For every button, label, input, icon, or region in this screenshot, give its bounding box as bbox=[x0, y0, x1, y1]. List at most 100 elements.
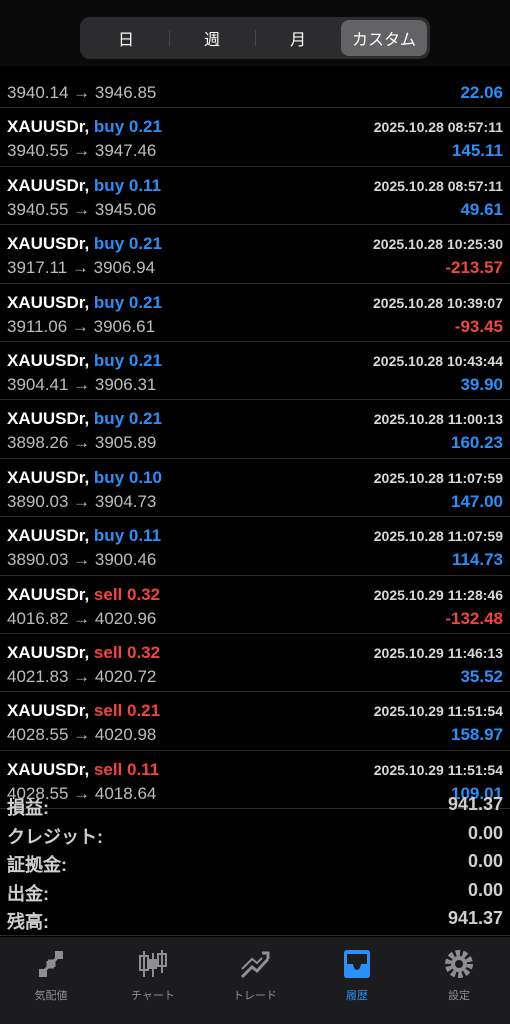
trade-side-volume: buy 0.21 bbox=[93, 234, 162, 254]
trade-prices: 3904.41 → 3906.31 bbox=[7, 374, 157, 394]
trade-profit: -132.48 bbox=[445, 608, 503, 628]
trade-row[interactable]: XAUUSDr, buy 0.10 2025.10.28 11:07:59 3890… bbox=[0, 459, 510, 518]
trade-time: 2025.10.29 11:28:46 bbox=[373, 586, 503, 603]
tab-label: 気配値 bbox=[34, 990, 68, 1002]
trade-profit: -213.57 bbox=[445, 258, 503, 278]
trade-history-list: XAUUSDr, buy 0.21 2025.10.28 08:57:11 3940… bbox=[0, 50, 510, 810]
period-tab[interactable]: 週 bbox=[169, 20, 255, 56]
trade-symbol: XAUUSDr, buy 0.21 bbox=[7, 351, 162, 371]
tab-quotes[interactable]: 気配値 bbox=[0, 937, 102, 1024]
tab-gear[interactable]: 設定 bbox=[408, 937, 510, 1024]
trade-side-volume: buy 0.21 bbox=[93, 292, 162, 312]
summary-label: 出金: bbox=[7, 883, 49, 904]
trade-row[interactable]: XAUUSDr, buy 0.21 2025.10.28 11:00:13 3898… bbox=[0, 400, 510, 459]
trade-time: 2025.10.29 11:46:13 bbox=[373, 644, 503, 661]
trade-profit: 114.73 bbox=[451, 550, 503, 570]
symbol-label: XAUUSDr, bbox=[7, 409, 90, 429]
trade-profit: 49.61 bbox=[460, 199, 503, 219]
trade-symbol: XAUUSDr, sell 0.21 bbox=[7, 701, 160, 721]
summary-row: 損益: 941.37 bbox=[0, 790, 510, 818]
trade-time: 2025.10.28 10:25:30 bbox=[373, 236, 503, 253]
symbol-label: XAUUSDr, bbox=[7, 759, 90, 779]
summary-label: 損益: bbox=[7, 798, 49, 818]
trade-prices: 3940.55 → 3947.46 bbox=[7, 141, 157, 161]
trade-prices: 3898.26 → 3905.89 bbox=[7, 433, 157, 453]
trade-side-volume: sell 0.32 bbox=[93, 584, 161, 604]
trade-time: 2025.10.29 11:51:54 bbox=[373, 761, 503, 778]
trade-row[interactable]: XAUUSDr, sell 0.32 2025.10.29 11:28:46 401… bbox=[0, 576, 510, 634]
trade-time: 2025.10.28 08:57:11 bbox=[373, 177, 503, 194]
symbol-label: XAUUSDr, bbox=[7, 701, 90, 721]
trade-side-volume: sell 0.32 bbox=[93, 642, 161, 662]
trade-prices: 3890.03 → 3900.46 bbox=[7, 550, 157, 570]
trade-row[interactable]: XAUUSDr, buy 0.21 2025.10.28 10:25:30 3917… bbox=[0, 225, 510, 284]
symbol-label: XAUUSDr, bbox=[7, 526, 90, 546]
trade-symbol: XAUUSDr, buy 0.21 bbox=[7, 117, 162, 137]
trade-symbol: XAUUSDr, buy 0.11 bbox=[7, 176, 161, 196]
gear-icon bbox=[445, 950, 473, 978]
trade-symbol: XAUUSDr, buy 0.11 bbox=[7, 526, 161, 546]
trade-prices: 4016.82 → 4020.96 bbox=[7, 608, 157, 628]
trade-symbol: XAUUSDr, sell 0.11 bbox=[7, 760, 159, 780]
trade-time: 2025.10.28 11:07:59 bbox=[373, 469, 503, 486]
summary-row: 残高: 941.37 bbox=[0, 904, 510, 932]
trade-profit: 158.97 bbox=[451, 725, 503, 745]
trade-side-volume: buy 0.21 bbox=[93, 350, 162, 370]
trade-row[interactable]: XAUUSDr, sell 0.21 2025.10.29 11:51:54 402… bbox=[0, 692, 510, 751]
period-tab[interactable]: カスタム bbox=[341, 20, 427, 56]
trade-symbol: XAUUSDr, sell 0.32 bbox=[7, 585, 160, 605]
trade-time: 2025.10.28 10:43:44 bbox=[373, 352, 503, 369]
trade-profit: 147.00 bbox=[451, 491, 503, 511]
symbol-label: XAUUSDr, bbox=[7, 292, 90, 312]
trade-profit: 39.90 bbox=[460, 374, 503, 394]
trade-profit: 145.11 bbox=[451, 141, 503, 161]
summary-value: 941.37 bbox=[447, 794, 503, 814]
summary-value: 0.00 bbox=[467, 822, 503, 843]
trade-side-volume: sell 0.11 bbox=[93, 759, 160, 779]
summary-row: クレジット: 0.00 bbox=[0, 819, 510, 847]
summary-label: 証拠金: bbox=[7, 855, 67, 876]
summary-label: クレジット: bbox=[7, 826, 103, 847]
period-tab[interactable]: 月 bbox=[255, 20, 341, 56]
trade-profit: 35.52 bbox=[460, 666, 503, 686]
trade-row[interactable]: XAUUSDr, buy 0.21 2025.10.28 10:43:44 3904… bbox=[0, 342, 510, 401]
trade-side-volume: sell 0.21 bbox=[93, 701, 161, 721]
trade-row[interactable]: XAUUSDr, buy 0.21 2025.10.28 08:57:11 3940… bbox=[0, 108, 510, 167]
trade-side-volume: buy 0.11 bbox=[93, 175, 162, 195]
tab-label: トレード bbox=[233, 990, 277, 1002]
trade-symbol: XAUUSDr, buy 0.21 bbox=[7, 234, 162, 254]
trade-prices: 3890.03 → 3904.73 bbox=[7, 491, 157, 511]
trade-icon bbox=[240, 951, 270, 979]
candlestick-chart-icon bbox=[139, 950, 167, 977]
period-tab[interactable]: 日 bbox=[83, 20, 169, 56]
trade-side-volume: buy 0.10 bbox=[93, 467, 162, 487]
period-selector-bar: 日週月カスタム bbox=[0, 0, 510, 66]
trade-profit: 22.06 bbox=[460, 83, 503, 102]
trade-prices: 3911.06 → 3906.61 bbox=[7, 316, 156, 336]
summary-value: 0.00 bbox=[467, 851, 503, 872]
tab-history-inbox[interactable]: 履歴 bbox=[306, 937, 408, 1024]
trade-row[interactable]: XAUUSDr, buy 0.11 2025.10.28 08:57:11 3940… bbox=[0, 167, 510, 226]
quotes-icon bbox=[38, 951, 64, 977]
summary-value: 0.00 bbox=[467, 879, 503, 900]
tab-candlestick-chart[interactable]: チャート bbox=[102, 937, 204, 1024]
tab-label: チャート bbox=[131, 990, 175, 1002]
symbol-label: XAUUSDr, bbox=[7, 234, 90, 254]
trade-row[interactable]: XAUUSDr, sell 0.32 2025.10.29 11:46:13 402… bbox=[0, 634, 510, 693]
trade-side-volume: buy 0.21 bbox=[93, 409, 162, 429]
symbol-label: XAUUSDr, bbox=[7, 642, 90, 662]
trade-row[interactable]: XAUUSDr, buy 0.21 2025.10.28 10:39:07 3911… bbox=[0, 284, 510, 342]
account-summary: 損益: 941.37 クレジット: 0.00 証拠金: 0.00 出金: 0.00 残高: 941… bbox=[0, 786, 510, 936]
trade-time: 2025.10.28 08:57:11 bbox=[373, 119, 503, 136]
trade-row[interactable]: XAUUSDr, buy 0.11 2025.10.28 11:07:59 3890… bbox=[0, 517, 510, 576]
symbol-label: XAUUSDr, bbox=[7, 467, 90, 487]
tab-label: 設定 bbox=[448, 990, 470, 1002]
summary-label: 残高: bbox=[7, 912, 49, 933]
trade-prices: 4021.83 → 4020.72 bbox=[7, 666, 157, 686]
tab-trade[interactable]: トレード bbox=[204, 937, 306, 1024]
summary-row: 出金: 0.00 bbox=[0, 876, 510, 904]
history-inbox-icon bbox=[344, 950, 370, 978]
trade-profit: 160.23 bbox=[451, 433, 503, 453]
period-segmented-control: 日週月カスタム bbox=[80, 17, 430, 59]
trade-time: 2025.10.28 11:07:59 bbox=[373, 528, 503, 545]
